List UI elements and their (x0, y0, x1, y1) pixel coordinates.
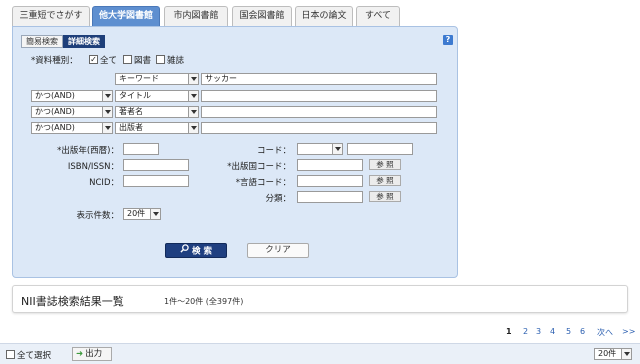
chevron-down-icon (188, 123, 198, 133)
help-icon[interactable]: ? (443, 35, 453, 45)
keyword-input-1[interactable]: サッカー (201, 73, 437, 85)
chevron-down-icon (102, 123, 112, 133)
chevron-down-icon (621, 349, 631, 359)
page-6[interactable]: 6 (580, 327, 585, 336)
keyword-input-4[interactable] (201, 122, 437, 134)
isbn-input[interactable] (123, 159, 189, 171)
material-journal-label: 雑誌 (167, 56, 185, 66)
chevron-down-icon (188, 107, 198, 117)
next-page-link[interactable]: 次へ (597, 327, 613, 338)
language-reference-button[interactable]: 参 照 (369, 175, 401, 186)
operator-select-2-value: かつ(AND) (35, 91, 75, 100)
output-label: 出力 (85, 349, 103, 359)
material-book-checkbox[interactable] (123, 55, 132, 64)
per-page-select[interactable]: 20件 (594, 348, 632, 360)
material-book-label: 図書 (134, 56, 152, 66)
keyword-input-2[interactable] (201, 90, 437, 102)
pub-year-label: *出版年(西暦)： (57, 146, 119, 156)
results-header: NII書誌検索結果一覧 1件～20件 (全397件) (12, 285, 628, 313)
code-label: コード： (256, 146, 291, 156)
search-button-label: 検 索 (192, 246, 212, 257)
select-all-label: 全て選択 (17, 351, 52, 361)
tab-japanese-papers[interactable]: 日本の論文 (295, 6, 353, 26)
isbn-label: ISBN/ISSN： (67, 162, 119, 172)
ncid-label: NCID： (89, 178, 119, 188)
search-panel: 簡易検索 詳細検索 ? *資料種別： ✓ 全て 図書 雑誌 キーワード サッカー… (12, 26, 458, 278)
operator-select-4[interactable]: かつ(AND) (31, 122, 113, 134)
classification-reference-button[interactable]: 参 照 (369, 191, 401, 202)
pub-country-label: *出版国コード： (227, 162, 291, 172)
language-input[interactable] (297, 175, 363, 187)
language-label: *言語コード： (235, 178, 291, 188)
code-input[interactable] (347, 143, 413, 155)
material-type-label: *資料種別： (31, 56, 78, 66)
results-toolbar: 全て選択 ➜ 出力 20件 (0, 343, 640, 364)
arrow-right-icon: ➜ (76, 349, 84, 359)
material-all-checkbox[interactable]: ✓ (89, 55, 98, 64)
chevron-down-icon (102, 107, 112, 117)
clear-button[interactable]: クリア (247, 243, 309, 258)
display-count-label: 表示件数： (76, 211, 119, 221)
pub-country-input[interactable] (297, 159, 363, 171)
page-5[interactable]: 5 (566, 327, 571, 336)
display-count-value: 20件 (127, 209, 146, 218)
field-select-3[interactable]: 著者名 (115, 106, 199, 118)
page-2[interactable]: 2 (523, 327, 528, 336)
search-icon (180, 244, 189, 258)
chevron-down-icon (332, 144, 342, 154)
chevron-down-icon (102, 91, 112, 101)
field-select-2[interactable]: タイトル (115, 90, 199, 102)
chevron-down-icon (188, 74, 198, 84)
chevron-down-icon (188, 91, 198, 101)
operator-select-2[interactable]: かつ(AND) (31, 90, 113, 102)
field-select-1[interactable]: キーワード (115, 73, 199, 85)
checkbox-icon (6, 350, 15, 359)
advanced-search-button[interactable]: 詳細検索 (63, 35, 105, 48)
field-select-4-value: 出版者 (119, 123, 143, 132)
operator-select-3-value: かつ(AND) (35, 107, 75, 116)
per-page-value: 20件 (598, 349, 617, 358)
pub-country-reference-button[interactable]: 参 照 (369, 159, 401, 170)
keyword-input-3[interactable] (201, 106, 437, 118)
results-count: 1件～20件 (全397件) (164, 297, 244, 306)
operator-select-4-value: かつ(AND) (35, 123, 75, 132)
search-button[interactable]: 検 索 (165, 243, 227, 258)
field-select-4[interactable]: 出版者 (115, 122, 199, 134)
material-journal-checkbox[interactable] (156, 55, 165, 64)
tab-all[interactable]: すべて (356, 6, 400, 26)
operator-select-3[interactable]: かつ(AND) (31, 106, 113, 118)
field-select-3-value: 著者名 (119, 107, 143, 116)
classification-label: 分類： (265, 194, 291, 204)
display-count-select[interactable]: 20件 (123, 208, 161, 220)
output-button[interactable]: ➜ 出力 (72, 347, 112, 361)
results-title: NII書誌検索結果一覧 (21, 295, 124, 308)
code-type-select[interactable] (297, 143, 343, 155)
last-page-link[interactable]: >> (622, 327, 635, 336)
select-all-checkbox[interactable]: 全て選択 (6, 349, 51, 361)
page-4[interactable]: 4 (550, 327, 555, 336)
tab-own-library[interactable]: 三重短でさがす (12, 6, 90, 26)
material-all-label: 全て (100, 56, 118, 66)
ncid-input[interactable] (123, 175, 189, 187)
pub-year-input[interactable] (123, 143, 159, 155)
tab-city-library[interactable]: 市内図書館 (164, 6, 228, 26)
classification-input[interactable] (297, 191, 363, 203)
page-3[interactable]: 3 (536, 327, 541, 336)
chevron-down-icon (150, 209, 160, 219)
page-1: 1 (506, 327, 512, 336)
tab-national-diet-library[interactable]: 国会図書館 (232, 6, 292, 26)
tab-other-universities[interactable]: 他大学図書館 (92, 6, 160, 27)
simple-search-button[interactable]: 簡易検索 (21, 35, 63, 48)
field-select-2-value: タイトル (119, 91, 151, 100)
field-select-1-value: キーワード (119, 74, 159, 83)
